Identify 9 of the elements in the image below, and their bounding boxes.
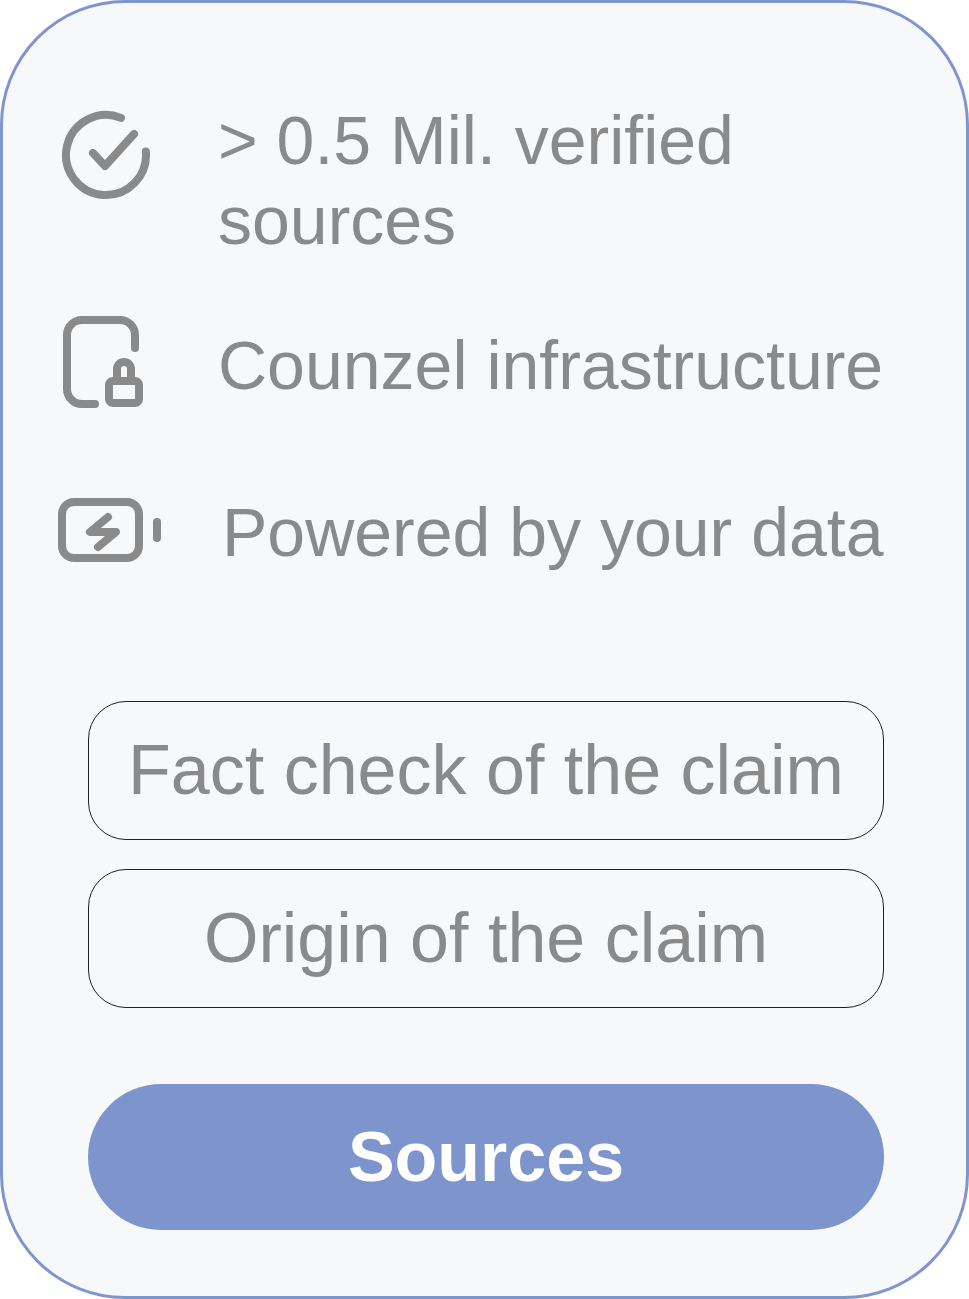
option-button[interactable]: Origin of the claim (88, 869, 884, 1008)
feature-text: Counzel infrastructure (218, 326, 884, 405)
feature-text: Powered by your data (222, 493, 884, 572)
locked-frame-icon (62, 315, 146, 409)
sources-button[interactable]: Sources (88, 1084, 884, 1230)
battery-charging-icon (57, 497, 163, 563)
feature-text: > 0.5 Mil. verified sources (218, 101, 735, 260)
option-button[interactable]: Fact check of the claim (88, 701, 884, 840)
check-circle-icon (61, 110, 151, 200)
